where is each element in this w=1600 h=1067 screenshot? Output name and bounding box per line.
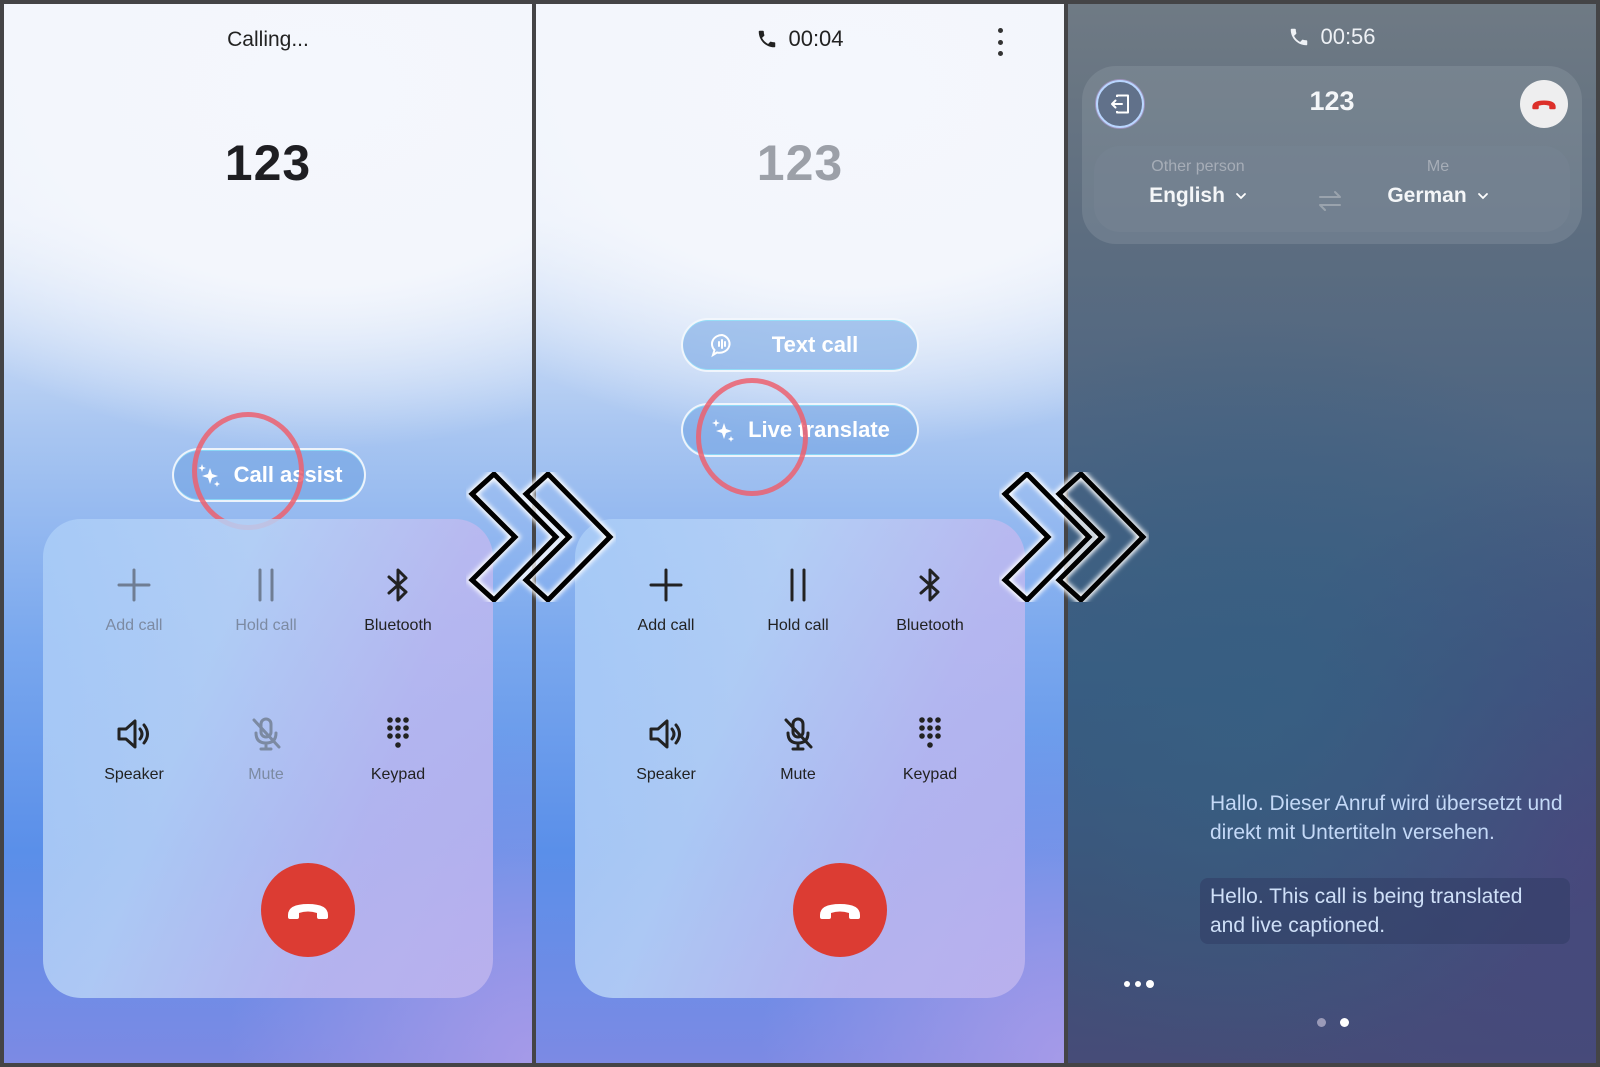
call-timer: 00:04 [536, 26, 1064, 52]
double-chevron-right-icon [466, 472, 616, 602]
phone-icon [1291, 28, 1308, 46]
hang-up-icon [820, 904, 860, 919]
hold-call-button[interactable]: Hold call [201, 565, 331, 635]
more-options-button[interactable] [996, 28, 1004, 56]
mute-label: Mute [780, 766, 816, 783]
chevron-down-icon [1477, 193, 1488, 200]
mute-label: Mute [248, 766, 284, 783]
call-assist-button[interactable]: Call assist [172, 448, 366, 502]
bluetooth-label: Bluetooth [896, 617, 964, 634]
live-translate-label: Live translate [748, 417, 890, 442]
call-status: Calling... [227, 28, 309, 51]
language-selector: Other person English Me German [1094, 146, 1570, 232]
bluetooth-label: Bluetooth [364, 617, 432, 634]
swap-languages-icon[interactable] [1316, 190, 1344, 212]
speaker-icon [649, 719, 681, 749]
text-call-button[interactable]: Text call [681, 318, 919, 372]
mute-button[interactable]: Mute [201, 714, 331, 784]
speaker-button[interactable]: Speaker [601, 714, 731, 784]
call-controls-card: Add call Hold call Bluetooth Speaker Mut… [43, 519, 493, 998]
more-vertical-icon [997, 28, 1003, 33]
end-call-button[interactable] [793, 863, 887, 957]
call-controls-card: Add call Hold call Bluetooth Speaker Mut… [575, 519, 1025, 998]
hold-call-label: Hold call [235, 617, 297, 634]
hang-up-icon [288, 904, 328, 919]
mic-off-icon [784, 717, 813, 751]
me-caption: Me [1426, 158, 1450, 175]
keypad-icon [919, 717, 941, 748]
bluetooth-button[interactable]: Bluetooth [865, 565, 995, 635]
translated-caption: Hello. This call is being translated and… [1200, 878, 1570, 944]
speaker-icon [117, 719, 149, 749]
pause-icon [790, 568, 806, 602]
page-dot-active [1340, 1018, 1349, 1027]
page-indicator [1317, 1018, 1349, 1027]
add-call-button[interactable]: Add call [601, 565, 731, 635]
call-duration: 00:56 [1320, 24, 1376, 49]
sparkle-icon [197, 464, 220, 487]
text-call-bubble-icon [710, 333, 731, 358]
phone-icon [759, 30, 776, 48]
call-assist-label: Call assist [233, 462, 343, 487]
plus-icon [117, 568, 151, 602]
keypad-label: Keypad [370, 766, 426, 783]
add-call-label: Add call [637, 617, 695, 634]
other-person-language[interactable]: Other person English [1108, 158, 1288, 208]
call-timer: 00:56 [1068, 24, 1596, 50]
sparkle-icon [712, 419, 735, 442]
keypad-icon [387, 717, 409, 748]
hang-up-icon [1532, 100, 1556, 110]
bluetooth-button[interactable]: Bluetooth [333, 565, 463, 635]
original-caption: Hallo. Dieser Anruf wird übersetzt und d… [1210, 792, 1563, 844]
add-call-button[interactable]: Add call [69, 565, 199, 635]
translate-header-card: 123 Other person English Me German [1082, 66, 1582, 244]
bluetooth-icon [387, 568, 408, 602]
mic-off-icon [252, 717, 281, 751]
keypad-label: Keypad [902, 766, 958, 783]
call-duration: 00:04 [788, 26, 844, 51]
mute-button[interactable]: Mute [733, 714, 863, 784]
caller-number: 123 [224, 135, 312, 191]
end-call-button[interactable] [261, 863, 355, 957]
pause-icon [258, 568, 274, 602]
hold-call-label: Hold call [767, 617, 829, 634]
speaker-label: Speaker [636, 766, 696, 783]
add-call-label: Add call [105, 617, 163, 634]
plus-icon [649, 568, 683, 602]
keypad-button[interactable]: Keypad [865, 714, 995, 784]
speaker-label: Speaker [104, 766, 164, 783]
end-call-button[interactable] [1520, 80, 1568, 128]
other-person-language-value: English [1149, 184, 1225, 207]
keypad-button[interactable]: Keypad [333, 714, 463, 784]
my-language[interactable]: Me German [1348, 158, 1528, 208]
step-1-calling-screen: Calling... 123 Call assist Add call Hold… [4, 4, 532, 1063]
double-chevron-right-icon [999, 472, 1149, 602]
my-language-value: German [1387, 184, 1467, 207]
page-dot [1317, 1018, 1326, 1027]
caller-number: 123 [756, 135, 844, 191]
caller-number: 123 [1309, 86, 1355, 116]
speaker-button[interactable]: Speaker [69, 714, 199, 784]
hold-call-button[interactable]: Hold call [733, 565, 863, 635]
other-person-caption: Other person [1151, 158, 1245, 175]
live-translate-button[interactable]: Live translate [681, 403, 919, 457]
bluetooth-icon [919, 568, 940, 602]
typing-indicator-icon [1124, 980, 1154, 988]
chevron-down-icon [1236, 193, 1246, 200]
text-call-label: Text call [771, 332, 859, 357]
